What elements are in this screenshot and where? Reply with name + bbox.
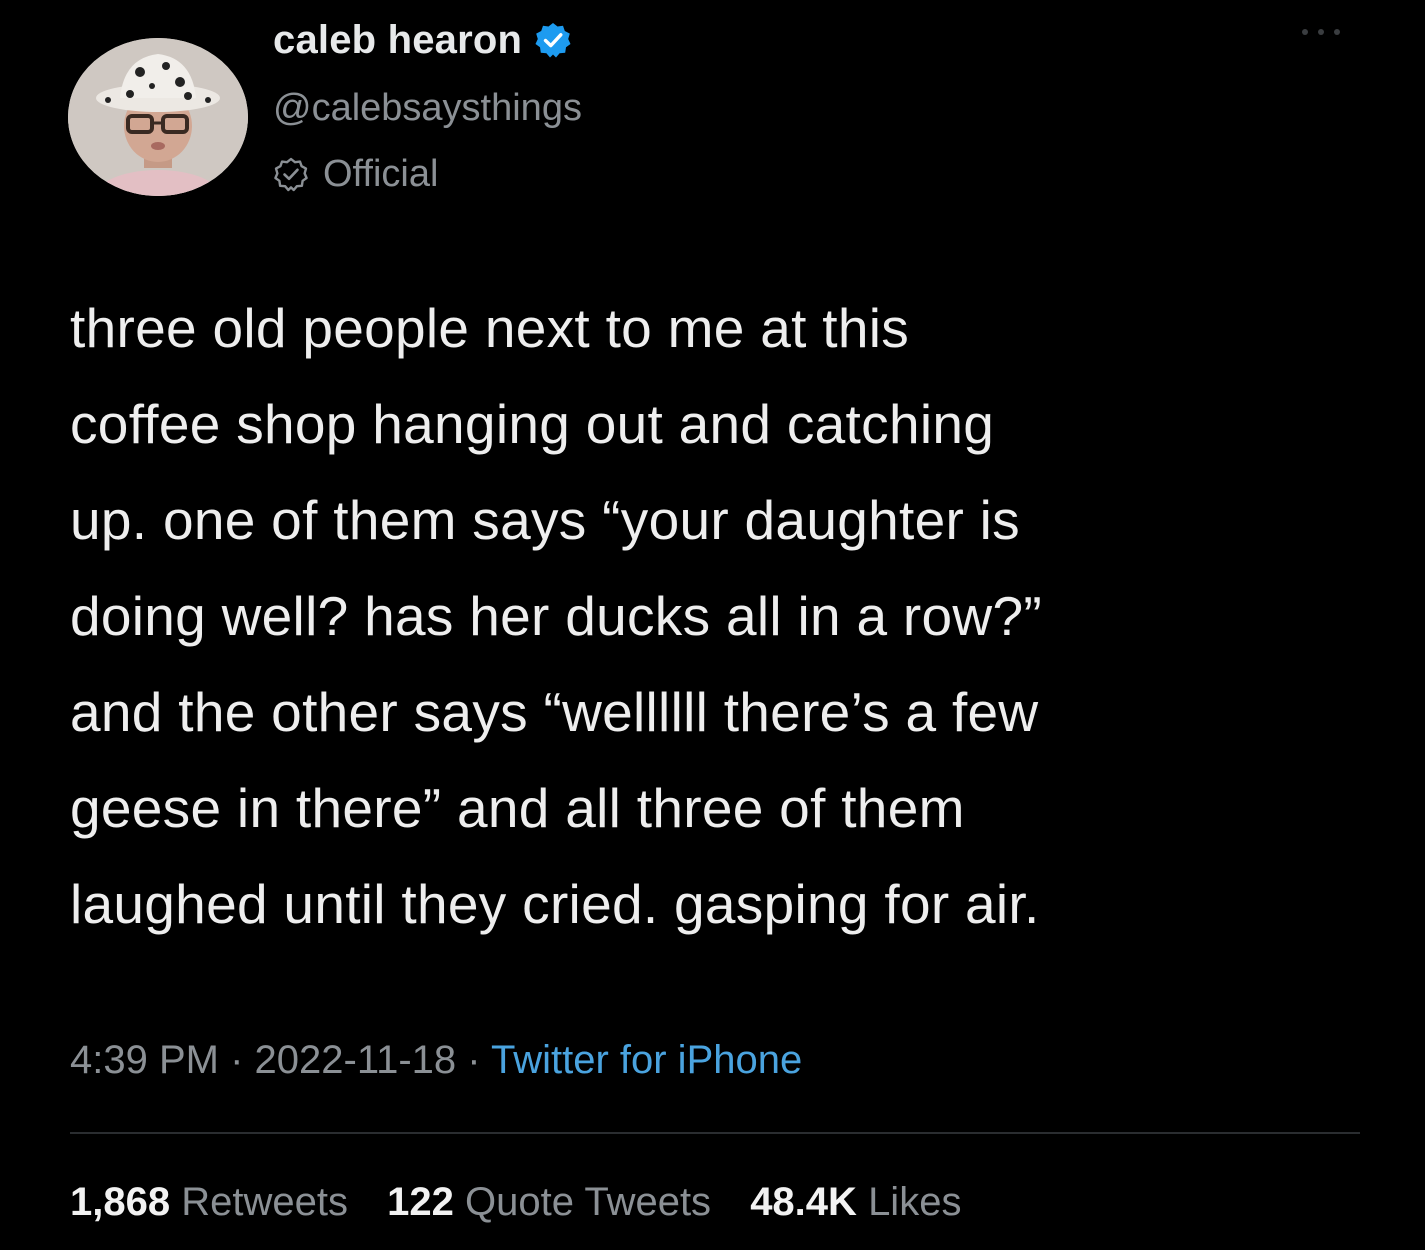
verified-badge-icon xyxy=(534,21,572,59)
retweets-label: Retweets xyxy=(181,1180,348,1224)
likes-count: 48.4K xyxy=(750,1180,857,1224)
likes-stat[interactable]: 48.4K Likes xyxy=(750,1180,961,1224)
tweet-time[interactable]: 4:39 PM xyxy=(70,1038,219,1082)
tweet: caleb hearon @calebsaysthings Official t… xyxy=(0,0,1425,1250)
profile-photo-icon xyxy=(68,38,248,196)
likes-label: Likes xyxy=(868,1180,962,1224)
display-name[interactable]: caleb hearon xyxy=(273,18,522,63)
quote-tweets-count: 122 xyxy=(387,1180,454,1224)
name-row: caleb hearon xyxy=(273,14,582,66)
meta-separator: · xyxy=(456,1038,491,1082)
meta-separator: · xyxy=(218,1038,255,1082)
author-block: caleb hearon @calebsaysthings Official xyxy=(273,14,582,196)
retweets-count: 1,868 xyxy=(70,1180,171,1224)
official-label: Official xyxy=(323,152,439,195)
quote-tweets-stat[interactable]: 122 Quote Tweets xyxy=(387,1180,711,1224)
official-label-row: Official xyxy=(273,152,582,196)
divider xyxy=(70,1132,1360,1134)
official-badge-icon xyxy=(273,156,309,192)
avatar[interactable] xyxy=(68,38,248,196)
tweet-date[interactable]: 2022-11-18 xyxy=(255,1038,457,1082)
quote-tweets-label: Quote Tweets xyxy=(464,1180,712,1224)
tweet-text: three old people next to me at this coff… xyxy=(70,297,1042,935)
tweet-meta: 4:39 PM · 2022-11-18 · Twitter for iPhon… xyxy=(70,1030,802,1090)
more-options-icon[interactable] xyxy=(1296,22,1346,42)
retweets-stat[interactable]: 1,868 Retweets xyxy=(70,1180,348,1224)
tweet-stats: 1,868 Retweets 122 Quote Tweets 48.4K Li… xyxy=(70,1172,989,1232)
handle[interactable]: @calebsaysthings xyxy=(273,86,582,130)
tweet-source-link[interactable]: Twitter for iPhone xyxy=(491,1038,802,1082)
